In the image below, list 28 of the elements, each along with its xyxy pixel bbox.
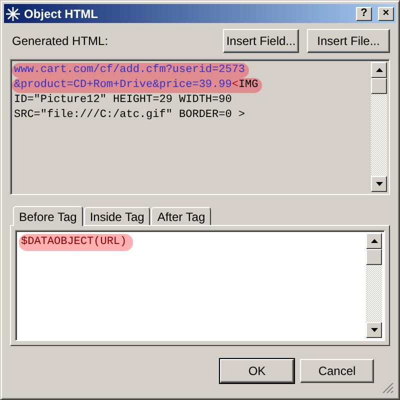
insert-button[interactable]: Insert File...: [307, 29, 390, 53]
up-arrow-icon: [376, 68, 382, 72]
title-bar-button[interactable]: ?: [356, 6, 372, 20]
scroll-thumb[interactable]: [371, 78, 387, 94]
dialog-button[interactable]: OK: [220, 359, 294, 383]
tag-text: $DATAOBJECT(URL): [19, 234, 133, 251]
down-arrow-icon: [370, 328, 378, 332]
tab[interactable]: Before Tag: [13, 206, 83, 226]
tab[interactable]: Inside Tag: [84, 207, 150, 225]
scroll-thumb[interactable]: [366, 249, 382, 265]
scrollbar[interactable]: [366, 231, 384, 340]
generated-html-field[interactable]: www.cart.com/cf/add.cfm?userid=2573 &product=CD+Rom+Drive&price=39.99<IMG ID="Picture12" HEIGHT=29 WIDTH=90 SRC="file:///C:/atc.gif" BORDER=0 >: [10, 59, 390, 195]
insert-button[interactable]: Insert Field...: [223, 29, 299, 53]
title-bar-button[interactable]: ×: [378, 6, 394, 20]
generated-html-label: Generated HTML:: [11, 34, 110, 48]
tab[interactable]: After Tag: [151, 207, 212, 225]
resize-grip-icon[interactable]: [382, 382, 394, 394]
code-line: &product=CD+Rom+Drive&price=39.99<IMG: [12, 78, 262, 93]
code-line: ID="Picture12" HEIGHT=29 WIDTH=90: [13, 93, 233, 108]
up-arrow-icon: [370, 239, 378, 243]
down-arrow-icon: [376, 182, 382, 186]
code-line: SRC="file:///C:/atc.gif" BORDER=0 >: [13, 108, 246, 123]
tag-text-field[interactable]: $DATAOBJECT(URL): [15, 230, 385, 341]
sparkle-icon: [6, 6, 20, 20]
dialog-button[interactable]: Cancel: [300, 359, 374, 383]
window-title: Object HTML: [24, 6, 99, 20]
code-line: www.cart.com/cf/add.cfm?userid=2573: [12, 63, 250, 78]
scrollbar[interactable]: [371, 60, 389, 194]
